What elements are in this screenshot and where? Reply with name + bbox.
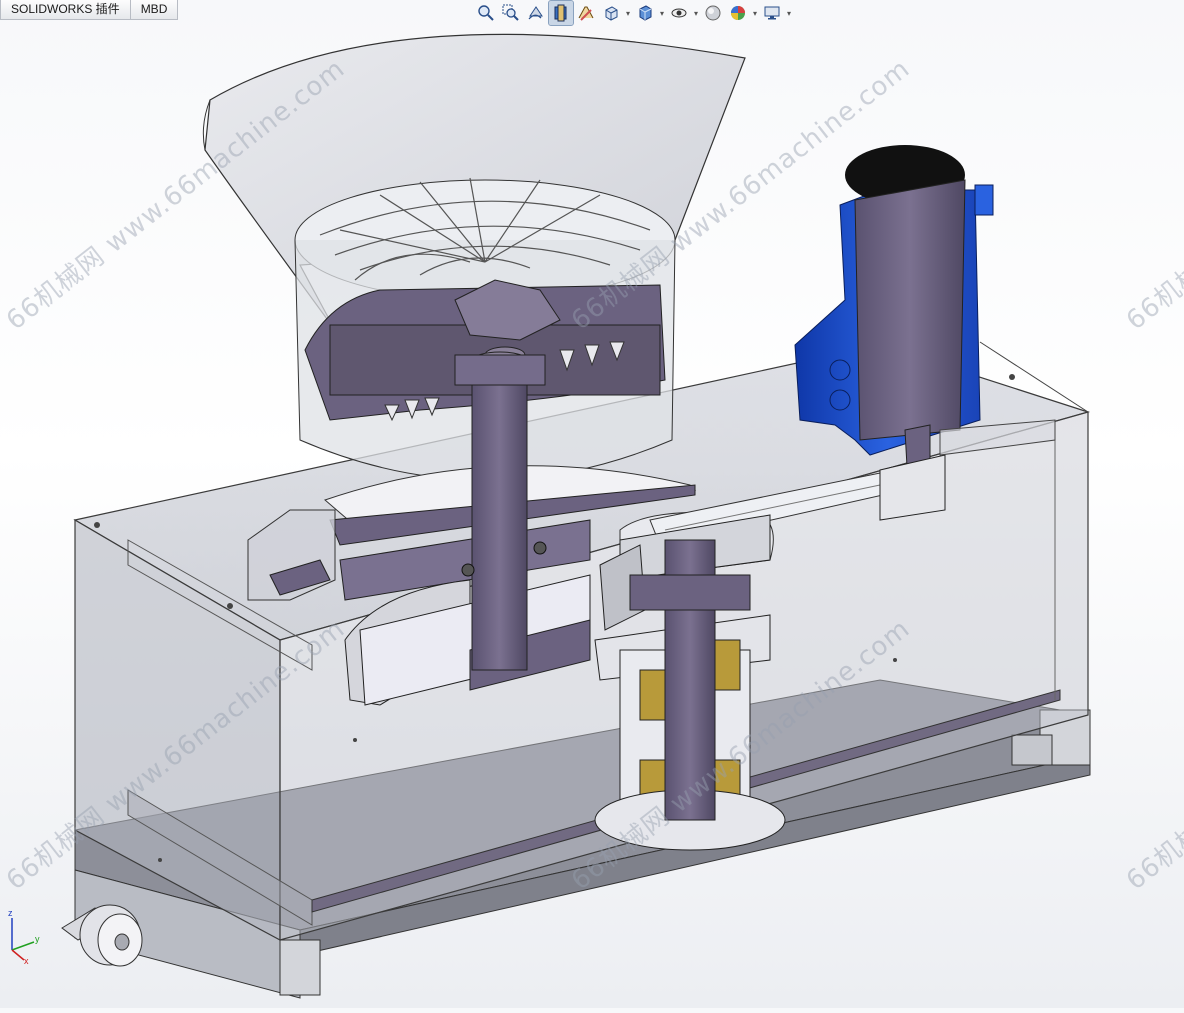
chevron-down-icon[interactable]: ▾ — [785, 9, 793, 18]
chevron-down-icon[interactable]: ▾ — [624, 9, 632, 18]
command-manager-tabs: SOLIDWORKS 插件 MBD — [0, 0, 179, 20]
apply-scene-icon[interactable] — [726, 1, 750, 25]
display-style-icon[interactable] — [633, 1, 657, 25]
view-orientation-icon[interactable] — [599, 1, 623, 25]
tab-mbd[interactable]: MBD — [130, 0, 179, 20]
chevron-down-icon[interactable]: ▾ — [751, 9, 759, 18]
heads-up-view-toolbar: ▾ ▾ ▾ ▾ ▾ — [474, 0, 793, 26]
hide-show-items-icon[interactable] — [667, 1, 691, 25]
triad-x-label: x — [24, 956, 29, 966]
reference-triad: z y x — [4, 908, 52, 968]
zoom-to-fit-icon[interactable] — [474, 1, 498, 25]
tab-solidworks-addins[interactable]: SOLIDWORKS 插件 — [0, 0, 131, 20]
previous-view-icon[interactable] — [524, 1, 548, 25]
edit-appearance-icon[interactable] — [701, 1, 725, 25]
view-settings-icon[interactable] — [760, 1, 784, 25]
triad-z-label: z — [8, 908, 13, 918]
chevron-down-icon[interactable]: ▾ — [658, 9, 666, 18]
dynamic-annotation-icon[interactable] — [574, 1, 598, 25]
chevron-down-icon[interactable]: ▾ — [692, 9, 700, 18]
caster-wheel — [61, 904, 143, 967]
triad-y-label: y — [35, 934, 40, 944]
graphics-area[interactable]: 66机械网 www.66machine.com 66机械网 www.66mach… — [0, 0, 1184, 1008]
section-view-icon[interactable] — [548, 0, 574, 26]
zoom-to-area-icon[interactable] — [499, 1, 523, 25]
